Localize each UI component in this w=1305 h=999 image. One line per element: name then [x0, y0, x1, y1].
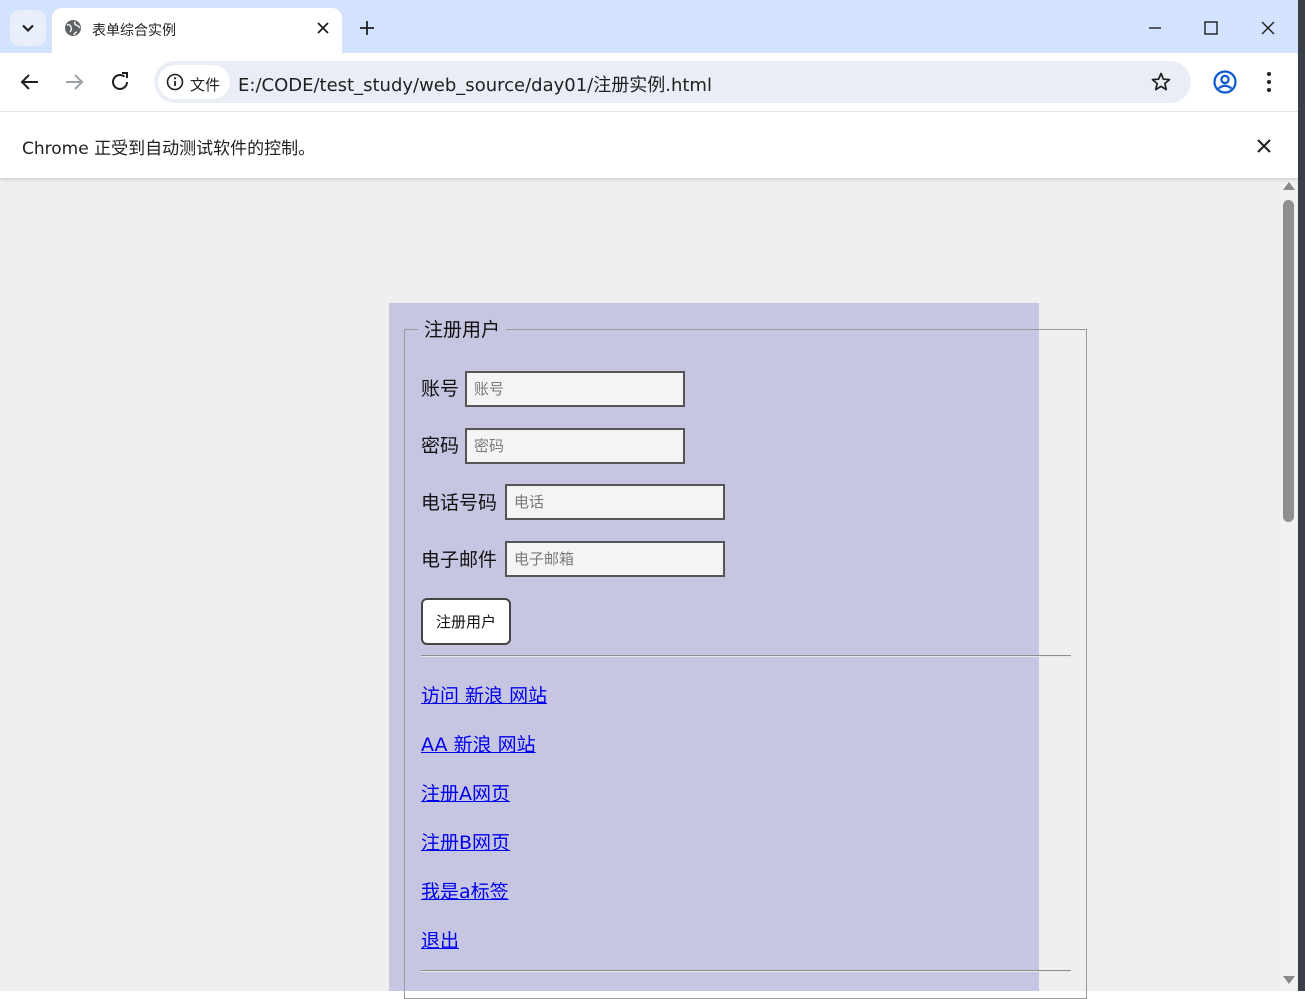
link-register-a[interactable]: 注册A网页 — [421, 779, 510, 806]
phone-label: 电话号码 — [421, 492, 498, 514]
maximize-icon[interactable] — [1200, 17, 1222, 39]
vertical-scrollbar[interactable] — [1280, 178, 1298, 991]
form-legend: 注册用户 — [418, 319, 507, 341]
url-text[interactable]: E:/CODE/test_study/web_source/day01/注册实例… — [238, 71, 712, 97]
infobar-message: Chrome 正受到自动测试软件的控制。 — [22, 139, 316, 159]
desktop-edge — [1298, 0, 1305, 991]
account-input[interactable] — [465, 371, 685, 407]
divider — [421, 655, 1071, 657]
scroll-down-arrow-icon[interactable] — [1283, 976, 1295, 984]
email-input[interactable] — [505, 541, 725, 577]
window-close-icon[interactable] — [1257, 17, 1279, 39]
globe-icon — [65, 20, 81, 36]
divider — [421, 970, 1071, 972]
forward-arrow-icon[interactable] — [62, 70, 86, 94]
link-aa-sina[interactable]: AA 新浪 网站 — [421, 730, 536, 757]
tab-title: 表单综合实例 — [92, 23, 176, 39]
link-visit-sina[interactable]: 访问 新浪 网站 — [421, 681, 547, 708]
plus-icon[interactable] — [356, 17, 378, 39]
link-a-tag[interactable]: 我是a标签 — [421, 877, 509, 904]
register-submit-button[interactable]: 注册用户 — [421, 598, 511, 645]
scrollbar-thumb[interactable] — [1283, 200, 1294, 522]
browser-toolbar: 文件 E:/CODE/test_study/web_source/day01/注… — [0, 53, 1298, 111]
address-bar[interactable]: 文件 E:/CODE/test_study/web_source/day01/注… — [154, 61, 1191, 103]
tab-strip: 表单综合实例 — [0, 0, 1298, 53]
browser-window: 表单综合实例 文件 E:/CODE/test_study/web_source/… — [0, 0, 1298, 999]
profile-icon[interactable] — [1212, 69, 1238, 95]
active-tab[interactable]: 表单综合实例 — [52, 8, 342, 53]
password-input[interactable] — [465, 428, 685, 464]
reload-icon[interactable] — [108, 70, 132, 94]
link-register-b[interactable]: 注册B网页 — [421, 828, 510, 855]
site-info-chip[interactable]: 文件 — [158, 65, 230, 99]
account-label: 账号 — [421, 378, 460, 400]
tab-search-button[interactable] — [10, 10, 46, 46]
email-label: 电子邮件 — [421, 549, 498, 571]
back-arrow-icon[interactable] — [18, 70, 42, 94]
more-vert-icon[interactable] — [1258, 69, 1280, 95]
link-exit[interactable]: 退出 — [421, 926, 459, 953]
tab-search-icon — [22, 24, 34, 33]
phone-input[interactable] — [505, 484, 725, 520]
scroll-up-arrow-icon[interactable] — [1283, 182, 1295, 190]
close-icon[interactable] — [1254, 136, 1274, 156]
info-icon — [166, 73, 184, 91]
automation-infobar: Chrome 正受到自动测试软件的控制。 — [0, 111, 1298, 178]
close-icon[interactable] — [314, 19, 332, 37]
star-icon[interactable] — [1150, 71, 1172, 93]
password-label: 密码 — [421, 435, 460, 457]
security-chip-label: 文件 — [190, 76, 221, 94]
minimize-icon[interactable] — [1144, 17, 1166, 39]
